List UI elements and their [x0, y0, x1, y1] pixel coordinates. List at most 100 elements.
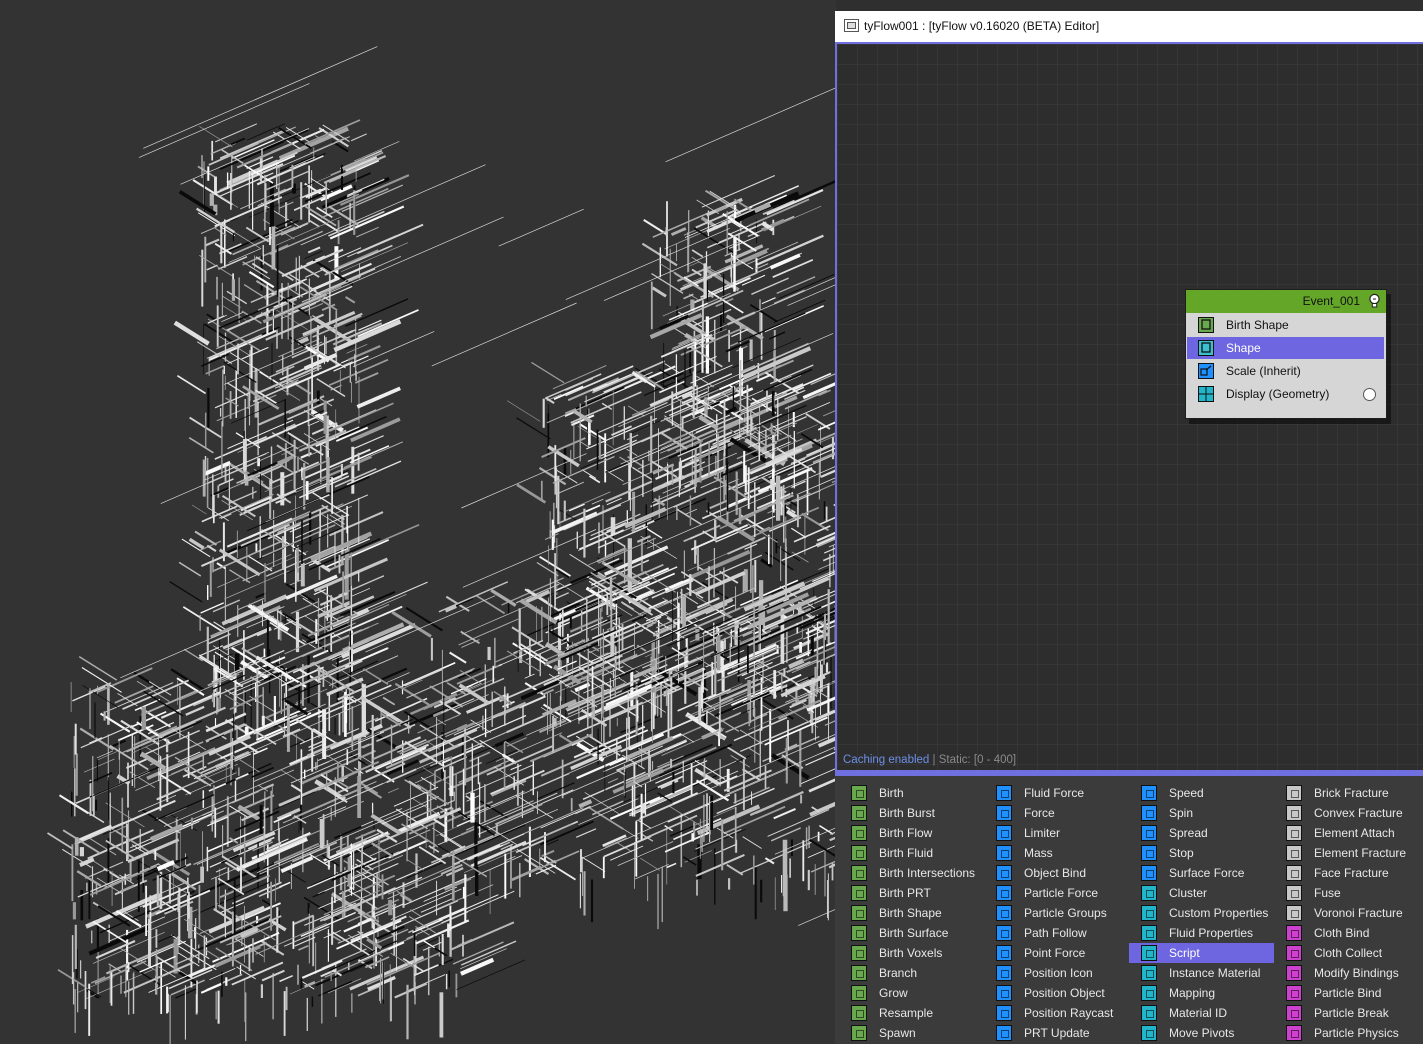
palette-item-fluid-properties[interactable]: Fluid Properties — [1129, 923, 1274, 943]
palette-item-particle-physics[interactable]: Particle Physics — [1274, 1023, 1419, 1043]
palette-item-particle-force[interactable]: Particle Force — [984, 883, 1129, 903]
palette-item-position-icon[interactable]: Position Icon — [984, 963, 1129, 983]
palette-item-birth-intersections[interactable]: Birth Intersections — [839, 863, 984, 883]
palette-item-label: Particle Groups — [1024, 906, 1107, 920]
palette-item-label: Custom Properties — [1169, 906, 1269, 920]
palette-item-label: Mapping — [1169, 986, 1216, 1000]
palette-item-birth-burst[interactable]: Birth Burst — [839, 803, 984, 823]
palette-item-limiter[interactable]: Limiter — [984, 823, 1129, 843]
birth-fluid-icon — [851, 845, 867, 861]
event-node[interactable]: Event_001 Birth Shape Shape Scale (Inher… — [1185, 289, 1387, 419]
window-titlebar[interactable]: tyFlow001 : [tyFlow v0.16020 (BETA) Edit… — [835, 11, 1423, 43]
limiter-icon — [996, 825, 1012, 841]
palette-item-move-pivots[interactable]: Move Pivots — [1129, 1023, 1274, 1043]
shape-icon — [1198, 340, 1214, 356]
operator-shape[interactable]: Shape — [1187, 337, 1384, 359]
cloth-bind-icon — [1286, 925, 1302, 941]
palette-item-object-bind[interactable]: Object Bind — [984, 863, 1129, 883]
palette-item-fuse[interactable]: Fuse — [1274, 883, 1419, 903]
palette-item-particle-bind[interactable]: Particle Bind — [1274, 983, 1419, 1003]
operator-display-geometry[interactable]: Display (Geometry) — [1187, 383, 1384, 405]
palette-item-birth[interactable]: Birth — [839, 783, 984, 803]
palette-item-grow[interactable]: Grow — [839, 983, 984, 1003]
palette-item-spawn[interactable]: Spawn — [839, 1023, 984, 1043]
palette-item-label: Speed — [1169, 786, 1204, 800]
palette-item-label: Fuse — [1314, 886, 1341, 900]
palette-item-speed[interactable]: Speed — [1129, 783, 1274, 803]
palette-item-cluster[interactable]: Cluster — [1129, 883, 1274, 903]
palette-item-particle-groups[interactable]: Particle Groups — [984, 903, 1129, 923]
palette-item-mass[interactable]: Mass — [984, 843, 1129, 863]
palette-item-stop[interactable]: Stop — [1129, 843, 1274, 863]
palette-item-birth-surface[interactable]: Birth Surface — [839, 923, 984, 943]
palette-item-label: Fluid Properties — [1169, 926, 1254, 940]
palette-item-brick-fracture[interactable]: Brick Fracture — [1274, 783, 1419, 803]
palette-item-position-raycast[interactable]: Position Raycast — [984, 1003, 1129, 1023]
palette-item-element-attach[interactable]: Element Attach — [1274, 823, 1419, 843]
palette-item-fluid-force[interactable]: Fluid Force — [984, 783, 1129, 803]
palette-item-modify-bindings[interactable]: Modify Bindings — [1274, 963, 1419, 983]
birth-icon — [851, 785, 867, 801]
palette-item-instance-material[interactable]: Instance Material — [1129, 963, 1274, 983]
display-toggle[interactable] — [1363, 388, 1376, 401]
flow-graph-canvas[interactable]: Event_001 Birth Shape Shape Scale (Inher… — [835, 42, 1423, 772]
palette-item-spin[interactable]: Spin — [1129, 803, 1274, 823]
palette-item-birth-flow[interactable]: Birth Flow — [839, 823, 984, 843]
cluster-icon — [1141, 885, 1157, 901]
palette-item-label: Modify Bindings — [1314, 966, 1399, 980]
palette-item-point-force[interactable]: Point Force — [984, 943, 1129, 963]
palette-item-resample[interactable]: Resample — [839, 1003, 984, 1023]
window-app-icon — [844, 19, 859, 32]
palette-item-birth-fluid[interactable]: Birth Fluid — [839, 843, 984, 863]
palette-item-element-fracture[interactable]: Element Fracture — [1274, 843, 1419, 863]
palette-item-face-fracture[interactable]: Face Fracture — [1274, 863, 1419, 883]
resample-icon — [851, 1005, 867, 1021]
birth-intersections-icon — [851, 865, 867, 881]
operator-scale-inherit[interactable]: Scale (Inherit) — [1187, 360, 1384, 382]
palette-item-branch[interactable]: Branch — [839, 963, 984, 983]
birth-voxels-icon — [851, 945, 867, 961]
palette-item-surface-force[interactable]: Surface Force — [1129, 863, 1274, 883]
palette-item-script[interactable]: Script — [1129, 943, 1274, 963]
palette-item-cloth-bind[interactable]: Cloth Bind — [1274, 923, 1419, 943]
palette-item-label: Birth Intersections — [879, 866, 976, 880]
palette-item-path-follow[interactable]: Path Follow — [984, 923, 1129, 943]
path-follow-icon — [996, 925, 1012, 941]
palette-item-force[interactable]: Force — [984, 803, 1129, 823]
palette-item-birth-prt[interactable]: Birth PRT — [839, 883, 984, 903]
status-separator: | — [932, 754, 936, 766]
palette-item-birth-shape[interactable]: Birth Shape — [839, 903, 984, 923]
palette-item-voronoi-fracture[interactable]: Voronoi Fracture — [1274, 903, 1419, 923]
grow-icon — [851, 985, 867, 1001]
palette-item-convex-fracture[interactable]: Convex Fracture — [1274, 803, 1419, 823]
palette-item-particle-break[interactable]: Particle Break — [1274, 1003, 1419, 1023]
palette-item-label: Spawn — [879, 1026, 916, 1040]
palette-item-spread[interactable]: Spread — [1129, 823, 1274, 843]
force-icon — [996, 805, 1012, 821]
caching-status[interactable]: Caching enabled — [843, 754, 929, 766]
operator-birth-shape[interactable]: Birth Shape — [1187, 314, 1384, 336]
palette-item-prt-update[interactable]: PRT Update — [984, 1023, 1129, 1043]
palette-item-position-object[interactable]: Position Object — [984, 983, 1129, 1003]
palette-item-birth-voxels[interactable]: Birth Voxels — [839, 943, 984, 963]
lightbulb-icon[interactable] — [1368, 293, 1381, 309]
palette-column: Birth Birth Burst Birth Flow Birth Fluid Bir… — [839, 783, 984, 1043]
branch-icon — [851, 965, 867, 981]
3d-viewport[interactable] — [0, 0, 836, 1044]
palette-item-label: Particle Break — [1314, 1006, 1389, 1020]
palette-item-label: Birth Shape — [879, 906, 942, 920]
element-attach-icon — [1286, 825, 1302, 841]
palette-column: Speed Spin Spread Stop Surface Force Cluster C… — [1129, 783, 1274, 1043]
palette-item-custom-properties[interactable]: Custom Properties — [1129, 903, 1274, 923]
cloth-collect-icon — [1286, 945, 1302, 961]
particle-physics-icon — [1286, 1025, 1302, 1041]
palette-column: Brick Fracture Convex Fracture Element Att… — [1274, 783, 1419, 1043]
palette-item-mapping[interactable]: Mapping — [1129, 983, 1274, 1003]
palette-item-label: Fluid Force — [1024, 786, 1085, 800]
palette-item-label: Birth Burst — [879, 806, 936, 820]
fluid-properties-icon — [1141, 925, 1157, 941]
palette-item-material-id[interactable]: Material ID — [1129, 1003, 1274, 1023]
palette-item-cloth-collect[interactable]: Cloth Collect — [1274, 943, 1419, 963]
event-header[interactable]: Event_001 — [1186, 290, 1386, 313]
convex-fracture-icon — [1286, 805, 1302, 821]
